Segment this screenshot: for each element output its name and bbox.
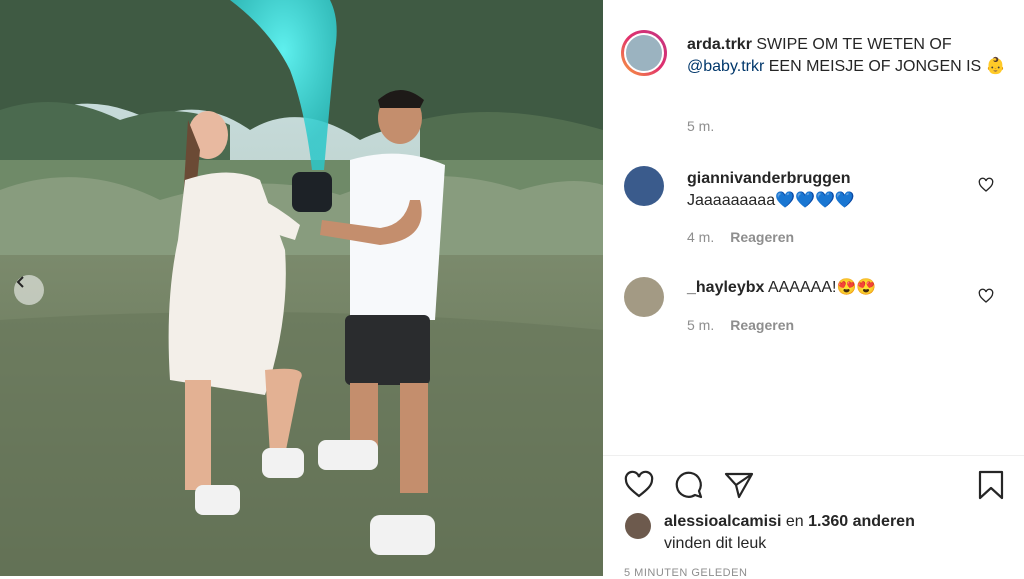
comment-body: _hayleybx AAAAAA!😍😍 — [687, 277, 977, 299]
caption: arda.trkr SWIPE OM TE WETEN OF @baby.trk… — [687, 34, 1007, 78]
caption-mention[interactable]: @baby.trkr — [687, 58, 764, 75]
comment-text: Jaaaaaaaaa — [687, 192, 776, 209]
comment-emoji: 💙💙💙💙 — [775, 192, 855, 209]
likes-count[interactable]: 1.360 anderen — [808, 513, 915, 530]
caption-time: 5 m. — [687, 118, 715, 134]
post-timestamp: 5 MINUTEN GELEDEN — [624, 567, 748, 579]
comment-user[interactable]: giannivanderbruggen — [687, 168, 977, 190]
share-icon[interactable] — [723, 469, 755, 501]
caption-rest: EEN MEISJE OF JONGEN IS — [768, 58, 982, 75]
comment-like-icon[interactable] — [978, 177, 994, 193]
photo-illustration — [0, 0, 603, 576]
comment-icon[interactable] — [673, 469, 705, 501]
comment-meta: 5 m. Reageren — [687, 317, 794, 333]
comment-meta: 4 m. Reageren — [687, 229, 794, 245]
likes-suffix: vinden dit leuk — [664, 535, 767, 552]
reply-button[interactable]: Reageren — [730, 229, 794, 245]
baby-emoji: 👶 — [985, 58, 1006, 75]
liker-user[interactable]: alessioalcamisi — [664, 513, 781, 530]
caption-author[interactable]: arda.trkr — [687, 36, 752, 53]
reply-button[interactable]: Reageren — [730, 317, 794, 333]
comment-like-icon[interactable] — [978, 288, 994, 304]
liker-avatar[interactable] — [625, 513, 651, 539]
caption-text: SWIPE OM TE WETEN OF — [756, 36, 952, 53]
comment-avatar[interactable] — [624, 166, 664, 206]
likes-summary: alessioalcamisi en 1.360 anderen vinden … — [664, 511, 994, 555]
likes-connector: en — [785, 513, 804, 530]
comment-time: 5 m. — [687, 317, 715, 333]
post-photo — [0, 0, 603, 576]
divider — [603, 455, 1024, 456]
bookmark-icon[interactable] — [975, 469, 1007, 501]
chevron-left-icon — [16, 276, 24, 288]
post-side-panel: arda.trkr SWIPE OM TE WETEN OF @baby.trk… — [603, 0, 1024, 579]
comment-body: giannivanderbruggen Jaaaaaaaaa💙💙💙💙 — [687, 168, 977, 212]
comment-user[interactable]: _hayleybx — [687, 279, 764, 296]
carousel-prev-button[interactable] — [14, 275, 44, 305]
comment-time: 4 m. — [687, 229, 715, 245]
comment-emoji: 😍😍 — [836, 279, 877, 296]
comment-text: AAAAAA! — [767, 279, 837, 296]
author-avatar[interactable] — [621, 30, 667, 76]
comment-avatar[interactable] — [624, 277, 664, 317]
heart-icon[interactable] — [623, 469, 655, 501]
